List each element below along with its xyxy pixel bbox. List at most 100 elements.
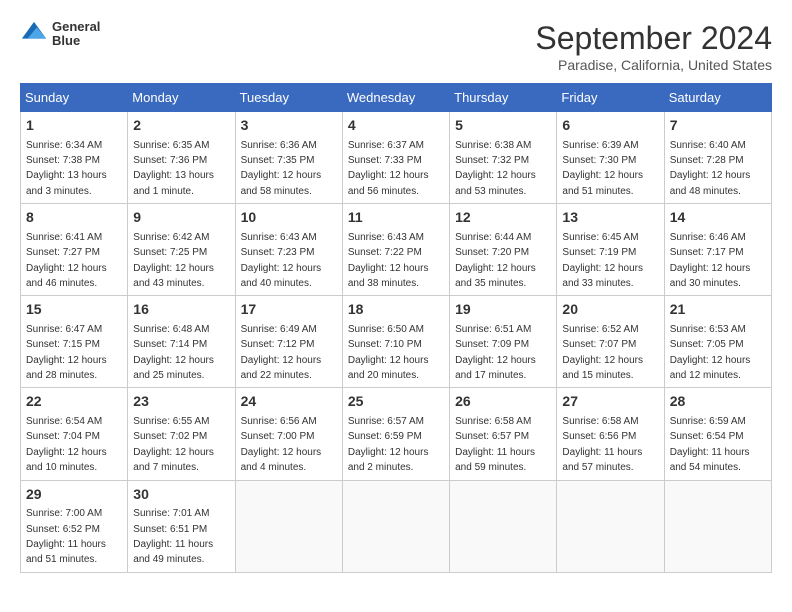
- calendar-cell: 28 Sunrise: 6:59 AM Sunset: 6:54 PM Dayli…: [664, 388, 771, 480]
- logo: General Blue: [20, 20, 100, 49]
- day-number: 25: [348, 392, 444, 412]
- day-info: Sunrise: 6:47 AM Sunset: 7:15 PM Dayligh…: [26, 324, 107, 381]
- calendar-body: 1Sunrise: 6:34 AM Sunset: 7:38 PM Daylig…: [21, 112, 772, 573]
- day-number: 16: [133, 300, 229, 320]
- calendar-cell: 18Sunrise: 6:50 AM Sunset: 7:10 PM Dayli…: [342, 296, 449, 388]
- day-info: Sunrise: 6:45 AM Sunset: 7:19 PM Dayligh…: [562, 232, 643, 289]
- day-info: Sunrise: 6:43 AM Sunset: 7:22 PM Dayligh…: [348, 232, 429, 289]
- calendar-cell: 4Sunrise: 6:37 AM Sunset: 7:33 PM Daylig…: [342, 112, 449, 204]
- day-info: Sunrise: 6:53 AM Sunset: 7:05 PM Dayligh…: [670, 324, 751, 381]
- calendar-week-row: 15 Sunrise: 6:47 AM Sunset: 7:15 PM Dayli…: [21, 296, 772, 388]
- calendar-cell: 3 Sunrise: 6:36 AM Sunset: 7:35 PM Daylig…: [235, 112, 342, 204]
- day-info: Sunrise: 6:54 AM Sunset: 7:04 PM Dayligh…: [26, 416, 107, 473]
- day-info: Sunrise: 6:51 AM Sunset: 7:09 PM Dayligh…: [455, 324, 536, 381]
- calendar-cell: [557, 480, 664, 572]
- logo-icon: [20, 20, 48, 48]
- day-number: 7: [670, 116, 766, 136]
- day-info: Sunrise: 6:41 AM Sunset: 7:27 PM Dayligh…: [26, 232, 107, 289]
- calendar-week-row: 29 Sunrise: 7:00 AM Sunset: 6:52 PM Dayli…: [21, 480, 772, 572]
- calendar-cell: 15 Sunrise: 6:47 AM Sunset: 7:15 PM Dayli…: [21, 296, 128, 388]
- col-sunday: Sunday: [21, 84, 128, 112]
- calendar-cell: 1Sunrise: 6:34 AM Sunset: 7:38 PM Daylig…: [21, 112, 128, 204]
- day-number: 5: [455, 116, 551, 136]
- calendar-cell: 6Sunrise: 6:39 AM Sunset: 7:30 PM Daylig…: [557, 112, 664, 204]
- calendar-cell: 21 Sunrise: 6:53 AM Sunset: 7:05 PM Dayli…: [664, 296, 771, 388]
- day-number: 22: [26, 392, 122, 412]
- calendar-cell: [664, 480, 771, 572]
- calendar-cell: 30Sunrise: 7:01 AM Sunset: 6:51 PM Dayli…: [128, 480, 235, 572]
- calendar-cell: 27 Sunrise: 6:58 AM Sunset: 6:56 PM Dayli…: [557, 388, 664, 480]
- day-number: 15: [26, 300, 122, 320]
- day-info: Sunrise: 6:56 AM Sunset: 7:00 PM Dayligh…: [241, 416, 322, 473]
- calendar-cell: 20 Sunrise: 6:52 AM Sunset: 7:07 PM Dayli…: [557, 296, 664, 388]
- day-number: 18: [348, 300, 444, 320]
- col-tuesday: Tuesday: [235, 84, 342, 112]
- calendar-cell: 22 Sunrise: 6:54 AM Sunset: 7:04 PM Dayli…: [21, 388, 128, 480]
- day-number: 13: [562, 208, 658, 228]
- calendar-cell: [450, 480, 557, 572]
- days-header-row: Sunday Monday Tuesday Wednesday Thursday…: [21, 84, 772, 112]
- calendar-cell: 17 Sunrise: 6:49 AM Sunset: 7:12 PM Dayli…: [235, 296, 342, 388]
- location-title: Paradise, California, United States: [535, 57, 772, 73]
- day-info: Sunrise: 6:58 AM Sunset: 6:57 PM Dayligh…: [455, 416, 535, 473]
- day-number: 12: [455, 208, 551, 228]
- calendar-cell: 14 Sunrise: 6:46 AM Sunset: 7:17 PM Dayli…: [664, 204, 771, 296]
- day-number: 23: [133, 392, 229, 412]
- col-thursday: Thursday: [450, 84, 557, 112]
- col-wednesday: Wednesday: [342, 84, 449, 112]
- calendar-cell: 24Sunrise: 6:56 AM Sunset: 7:00 PM Dayli…: [235, 388, 342, 480]
- calendar-cell: [342, 480, 449, 572]
- day-number: 26: [455, 392, 551, 412]
- day-info: Sunrise: 7:00 AM Sunset: 6:52 PM Dayligh…: [26, 508, 106, 565]
- day-info: Sunrise: 6:46 AM Sunset: 7:17 PM Dayligh…: [670, 232, 751, 289]
- day-number: 2: [133, 116, 229, 136]
- day-number: 27: [562, 392, 658, 412]
- day-number: 21: [670, 300, 766, 320]
- day-info: Sunrise: 6:59 AM Sunset: 6:54 PM Dayligh…: [670, 416, 750, 473]
- calendar-cell: 8 Sunrise: 6:41 AM Sunset: 7:27 PM Daylig…: [21, 204, 128, 296]
- day-info: Sunrise: 6:43 AM Sunset: 7:23 PM Dayligh…: [241, 232, 322, 289]
- day-number: 4: [348, 116, 444, 136]
- calendar-cell: 23Sunrise: 6:55 AM Sunset: 7:02 PM Dayli…: [128, 388, 235, 480]
- day-info: Sunrise: 6:34 AM Sunset: 7:38 PM Dayligh…: [26, 140, 107, 197]
- day-info: Sunrise: 6:35 AM Sunset: 7:36 PM Dayligh…: [133, 140, 214, 197]
- day-number: 28: [670, 392, 766, 412]
- day-info: Sunrise: 6:49 AM Sunset: 7:12 PM Dayligh…: [241, 324, 322, 381]
- page-header: General Blue September 2024 Paradise, Ca…: [20, 20, 772, 73]
- day-info: Sunrise: 6:52 AM Sunset: 7:07 PM Dayligh…: [562, 324, 643, 381]
- day-info: Sunrise: 6:48 AM Sunset: 7:14 PM Dayligh…: [133, 324, 214, 381]
- calendar-cell: 7Sunrise: 6:40 AM Sunset: 7:28 PM Daylig…: [664, 112, 771, 204]
- day-number: 10: [241, 208, 337, 228]
- calendar-cell: 16 Sunrise: 6:48 AM Sunset: 7:14 PM Dayli…: [128, 296, 235, 388]
- col-friday: Friday: [557, 84, 664, 112]
- calendar-cell: 5 Sunrise: 6:38 AM Sunset: 7:32 PM Daylig…: [450, 112, 557, 204]
- day-number: 29: [26, 485, 122, 505]
- calendar-week-row: 1Sunrise: 6:34 AM Sunset: 7:38 PM Daylig…: [21, 112, 772, 204]
- col-saturday: Saturday: [664, 84, 771, 112]
- title-section: September 2024 Paradise, California, Uni…: [535, 20, 772, 73]
- calendar-cell: [235, 480, 342, 572]
- calendar-table: Sunday Monday Tuesday Wednesday Thursday…: [20, 83, 772, 573]
- day-number: 20: [562, 300, 658, 320]
- day-number: 9: [133, 208, 229, 228]
- calendar-cell: 12 Sunrise: 6:44 AM Sunset: 7:20 PM Dayli…: [450, 204, 557, 296]
- day-info: Sunrise: 7:01 AM Sunset: 6:51 PM Dayligh…: [133, 508, 213, 565]
- logo-line2: Blue: [52, 34, 100, 48]
- calendar-cell: 11 Sunrise: 6:43 AM Sunset: 7:22 PM Dayli…: [342, 204, 449, 296]
- col-monday: Monday: [128, 84, 235, 112]
- day-info: Sunrise: 6:36 AM Sunset: 7:35 PM Dayligh…: [241, 140, 322, 197]
- day-number: 17: [241, 300, 337, 320]
- logo-text: General Blue: [52, 20, 100, 49]
- day-number: 14: [670, 208, 766, 228]
- calendar-cell: 9Sunrise: 6:42 AM Sunset: 7:25 PM Daylig…: [128, 204, 235, 296]
- day-info: Sunrise: 6:38 AM Sunset: 7:32 PM Dayligh…: [455, 140, 536, 197]
- calendar-cell: 25 Sunrise: 6:57 AM Sunset: 6:59 PM Dayli…: [342, 388, 449, 480]
- day-number: 3: [241, 116, 337, 136]
- day-info: Sunrise: 6:58 AM Sunset: 6:56 PM Dayligh…: [562, 416, 642, 473]
- day-info: Sunrise: 6:44 AM Sunset: 7:20 PM Dayligh…: [455, 232, 536, 289]
- day-info: Sunrise: 6:57 AM Sunset: 6:59 PM Dayligh…: [348, 416, 429, 473]
- day-number: 8: [26, 208, 122, 228]
- day-number: 11: [348, 208, 444, 228]
- day-info: Sunrise: 6:39 AM Sunset: 7:30 PM Dayligh…: [562, 140, 643, 197]
- calendar-cell: 13 Sunrise: 6:45 AM Sunset: 7:19 PM Dayli…: [557, 204, 664, 296]
